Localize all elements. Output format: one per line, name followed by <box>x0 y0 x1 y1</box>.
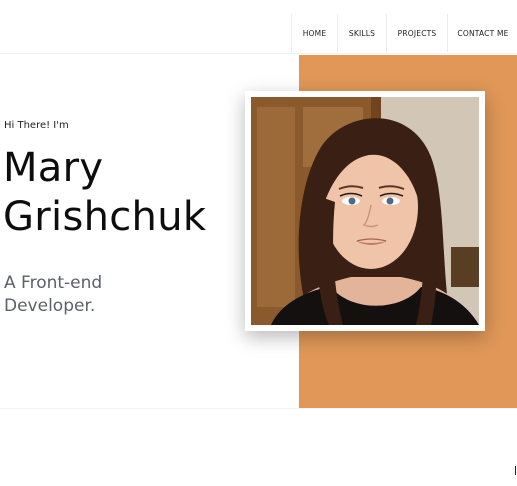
main-nav: HOME SKILLS PROJECTS CONTACT ME <box>291 14 517 52</box>
hero-greeting: Hi There! I'm <box>4 120 69 131</box>
nav-projects-link[interactable]: PROJECTS <box>387 14 448 52</box>
page: HOME SKILLS PROJECTS CONTACT ME Hi There… <box>0 0 517 486</box>
profile-photo-frame <box>245 91 485 331</box>
nav-skills-link[interactable]: SKILLS <box>338 14 387 52</box>
text-cursor-mark <box>515 466 516 475</box>
hero-name: Mary Grishchuk <box>3 144 206 242</box>
hero-name-last: Grishchuk <box>3 194 207 240</box>
hero-name-first: Mary <box>3 145 104 191</box>
hero-bottom-divider <box>0 408 517 409</box>
header-divider <box>0 53 517 54</box>
hero-role: A Front-end Developer. <box>4 272 102 318</box>
profile-photo <box>251 97 479 325</box>
hero-role-line1: A Front-end <box>4 273 103 293</box>
hero-role-line2: Developer. <box>4 296 96 316</box>
portrait-photo-icon <box>251 97 479 325</box>
nav-home-link[interactable]: HOME <box>292 14 338 52</box>
nav-contact-link[interactable]: CONTACT ME <box>448 14 517 52</box>
